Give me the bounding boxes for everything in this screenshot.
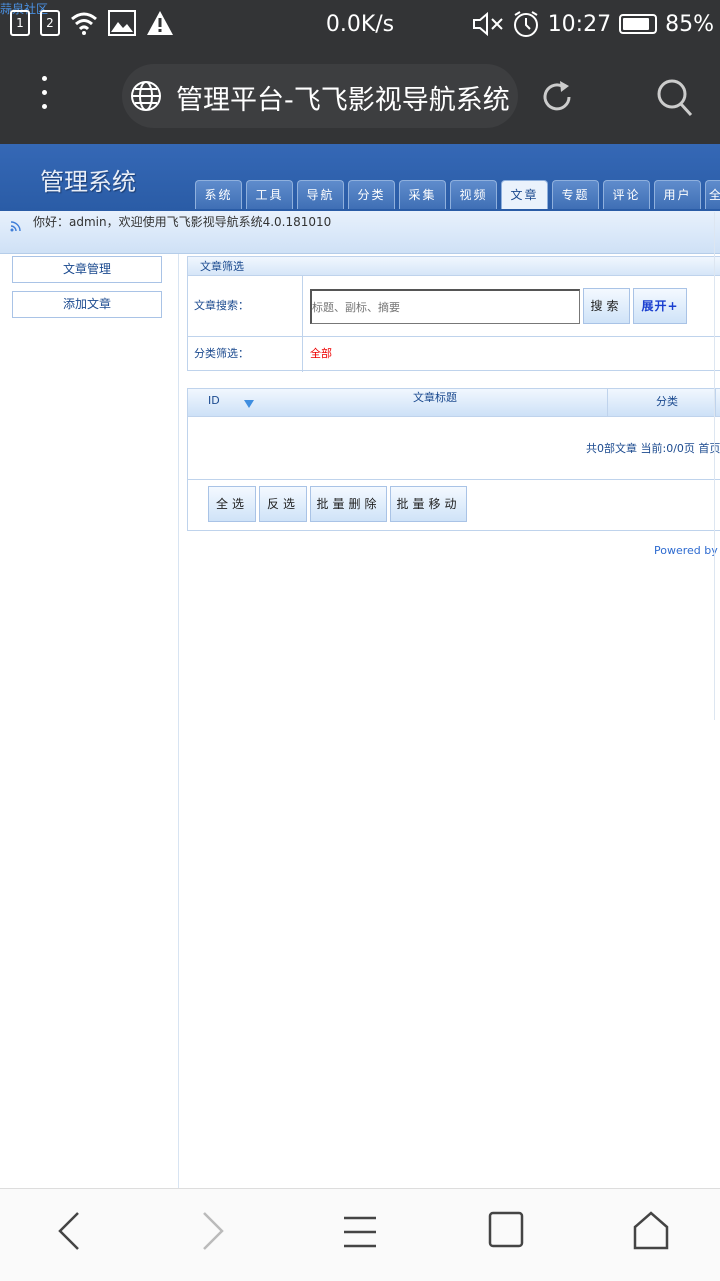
page-title: 管理平台-飞飞影视导航系统	[176, 85, 510, 116]
tabs-icon[interactable]	[488, 1211, 524, 1249]
filter-panel: 文章筛选 文章搜索： 搜索 展开+ 分类筛选： 全部	[187, 256, 720, 372]
list-header: ID 文章标题 分类	[188, 389, 720, 417]
clock: 10:27	[547, 11, 612, 37]
search-icon[interactable]	[656, 78, 694, 118]
tab-topic[interactable]: 专题	[552, 180, 599, 209]
menu-icon[interactable]	[342, 1215, 378, 1249]
search-input[interactable]	[310, 289, 580, 324]
rss-icon	[10, 221, 21, 232]
admin-header: 管理系统 系统 工具 导航 分类 采集 视频 文章 专题 评论 用户 全	[0, 144, 720, 211]
tab-article[interactable]: 文章	[501, 180, 548, 209]
right-frame-edge	[714, 212, 720, 720]
welcome-bar: 你好：admin，欢迎使用飞飞影视导航系统4.0.181010	[0, 211, 720, 254]
browser-bottom-nav	[0, 1188, 720, 1281]
column-title[interactable]: 文章标题	[413, 389, 457, 405]
forward-icon[interactable]	[200, 1211, 226, 1251]
expand-button[interactable]: 展开+	[633, 288, 687, 324]
globe-icon	[131, 81, 161, 111]
home-icon[interactable]	[632, 1211, 670, 1251]
tab-category[interactable]: 分类	[348, 180, 395, 209]
column-category[interactable]: 分类	[656, 393, 678, 409]
sidebar: 文章管理 添加文章	[0, 254, 179, 1188]
sidebar-item-article-manage[interactable]: 文章管理	[12, 256, 162, 283]
battery-percent: 85%	[665, 11, 714, 37]
more-menu-icon[interactable]	[38, 76, 50, 118]
address-bar[interactable]: 管理平台-飞飞影视导航系统	[122, 64, 518, 128]
tab-comment[interactable]: 评论	[603, 180, 650, 209]
powered-by: Powered by	[654, 544, 718, 557]
main-tabs: 系统 工具 导航 分类 采集 视频 文章 专题 评论 用户 全	[195, 180, 720, 209]
invert-select-button[interactable]: 反选	[259, 486, 307, 522]
tab-navigation[interactable]: 导航	[297, 180, 344, 209]
welcome-text: 你好：admin，欢迎使用飞飞影视导航系统4.0.181010	[33, 215, 332, 229]
select-all-button[interactable]: 全选	[208, 486, 256, 522]
category-all-link[interactable]: 全部	[310, 345, 332, 361]
sidebar-item-add-article[interactable]: 添加文章	[12, 291, 162, 318]
admin-title: 管理系统	[40, 168, 136, 196]
article-list: ID 文章标题 分类 共0部文章 当前:0/0页 首页 上 全选 反选 批量删除…	[187, 388, 720, 531]
tab-collect[interactable]: 采集	[399, 180, 446, 209]
search-button[interactable]: 搜索	[583, 288, 630, 324]
reload-icon[interactable]	[540, 80, 574, 114]
pagination-text: 共0部文章 当前:0/0页 首页 上	[586, 442, 720, 455]
column-id[interactable]: ID	[208, 394, 220, 407]
tab-system[interactable]: 系统	[195, 180, 242, 209]
browser-toolbar: 管理平台-飞飞影视导航系统	[0, 50, 720, 144]
search-label: 文章搜索：	[194, 299, 249, 312]
filter-panel-header: 文章筛选	[188, 257, 720, 276]
batch-delete-button[interactable]: 批量删除	[310, 486, 387, 522]
tab-more[interactable]: 全	[705, 180, 720, 209]
battery-icon	[619, 14, 658, 34]
sort-desc-icon[interactable]	[244, 400, 254, 408]
alarm-icon	[513, 11, 538, 37]
filter-heading: 文章筛选	[200, 260, 244, 273]
status-bar: 蒜泉社区 1 2 0.0K/s 10:27 85%	[0, 0, 720, 50]
batch-move-button[interactable]: 批量移动	[390, 486, 467, 522]
tab-user[interactable]: 用户	[654, 180, 701, 209]
back-icon[interactable]	[56, 1211, 82, 1251]
tab-tools[interactable]: 工具	[246, 180, 293, 209]
category-label: 分类筛选：	[194, 347, 249, 360]
mute-icon	[472, 11, 503, 37]
tab-video[interactable]: 视频	[450, 180, 497, 209]
